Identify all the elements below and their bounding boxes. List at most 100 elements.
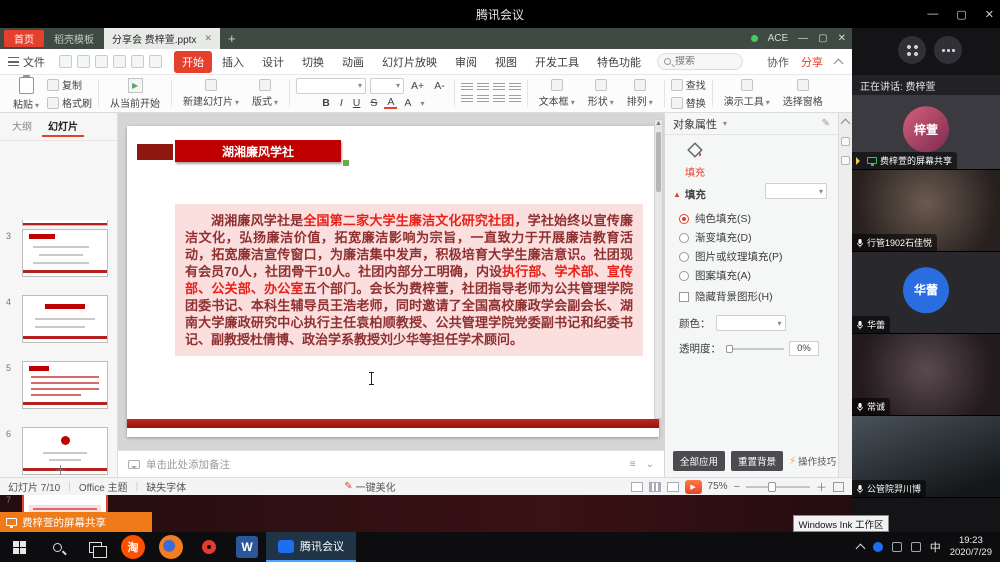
- format-painter-button[interactable]: 格式刷: [47, 95, 92, 110]
- file-menu[interactable]: 文件: [0, 54, 53, 70]
- slide-thumbnail-partial[interactable]: [22, 220, 108, 226]
- new-slide-button[interactable]: 新建幻灯片▾: [178, 78, 244, 109]
- layout-button[interactable]: 版式▾: [247, 78, 283, 109]
- wps-close-icon[interactable]: ✕: [838, 33, 846, 44]
- tab-insert[interactable]: 插入: [214, 51, 252, 73]
- tab-developer[interactable]: 开发工具: [527, 51, 587, 73]
- print-icon[interactable]: [77, 55, 90, 68]
- panel-more-button[interactable]: [934, 36, 962, 64]
- scroll-up-icon[interactable]: ▲: [655, 120, 662, 127]
- participant-tile[interactable]: 华蕾 华蕾: [852, 252, 1000, 334]
- bullets-icon[interactable]: [461, 83, 473, 92]
- slide-title-banner[interactable]: 湖湘廉风学社: [175, 140, 341, 162]
- tips-link[interactable]: ⚡ 操作技巧: [789, 454, 836, 468]
- dock-scroll-up-icon[interactable]: [841, 119, 851, 129]
- new-document-tab-button[interactable]: +: [220, 31, 244, 46]
- panel-layout-button[interactable]: [898, 36, 926, 64]
- reset-background-button[interactable]: 重置背景: [731, 451, 783, 471]
- dock-icon-1[interactable]: [841, 137, 850, 146]
- fill-category-tab[interactable]: 填充: [675, 141, 715, 179]
- slide-body-textbox[interactable]: 湖湘廉风学社是全国第二家大学生廉洁文化研究社团，学社始终以宣传廉洁文化，弘扬廉洁…: [175, 204, 643, 356]
- selection-pane-button[interactable]: 选择窗格: [778, 78, 828, 109]
- align-right-icon[interactable]: [493, 95, 505, 104]
- taskbar-app-opera[interactable]: [190, 532, 228, 562]
- tab-home[interactable]: 开始: [174, 51, 212, 73]
- slider-handle[interactable]: [726, 345, 733, 353]
- shrink-font-button[interactable]: A-: [431, 80, 448, 92]
- tab-design[interactable]: 设计: [254, 51, 292, 73]
- fill-option-pattern[interactable]: 图案填充(A): [679, 268, 751, 283]
- volume-icon[interactable]: [911, 542, 921, 552]
- align-left-icon[interactable]: [461, 95, 473, 104]
- participant-tile[interactable]: 行管1902石佳悦: [852, 170, 1000, 252]
- apply-all-button[interactable]: 全部应用: [673, 451, 725, 471]
- participant-tile-share[interactable]: 梓萱 费梓萱的屏幕共享: [852, 95, 1000, 170]
- collaborate-button[interactable]: 协作: [767, 54, 789, 70]
- taskbar-search-button[interactable]: [38, 532, 76, 562]
- ribbon-search[interactable]: [657, 53, 743, 70]
- participant-tile[interactable]: 常诚: [852, 334, 1000, 416]
- normal-view-icon[interactable]: [631, 482, 643, 492]
- numbering-icon[interactable]: [477, 83, 489, 92]
- find-button[interactable]: 查找: [671, 77, 706, 92]
- network-icon[interactable]: [892, 542, 902, 552]
- maximize-icon[interactable]: ▢: [956, 8, 966, 21]
- save-icon[interactable]: [59, 55, 72, 68]
- paste-button[interactable]: 粘贴▾: [8, 76, 44, 112]
- align-center-icon[interactable]: [477, 95, 489, 104]
- shapes-button[interactable]: 形状▾: [583, 78, 619, 109]
- zoom-in-button[interactable]: ＋: [816, 479, 827, 495]
- fill-option-solid[interactable]: 纯色填充(S): [679, 211, 751, 226]
- minimize-icon[interactable]: —: [927, 8, 938, 20]
- wps-home-button[interactable]: 首页: [4, 30, 44, 47]
- missing-font-status[interactable]: 缺失字体: [146, 479, 186, 494]
- close-document-icon[interactable]: ✕: [204, 33, 212, 44]
- transparency-value[interactable]: 0%: [789, 341, 819, 356]
- customize-toolbar-icon[interactable]: [149, 55, 162, 68]
- notes-collapse-icon[interactable]: ⌄: [646, 459, 654, 470]
- properties-caret-icon[interactable]: ▾: [723, 119, 727, 128]
- search-input[interactable]: [675, 56, 733, 67]
- ime-indicator[interactable]: 中: [930, 539, 941, 555]
- tab-review[interactable]: 审阅: [447, 51, 485, 73]
- pin-icon[interactable]: ✎: [822, 118, 830, 129]
- zoom-slider-handle[interactable]: [768, 482, 776, 492]
- tab-animation[interactable]: 动画: [334, 51, 372, 73]
- fill-option-picture[interactable]: 图片或纹理填充(P): [679, 249, 783, 264]
- arrange-button[interactable]: 排列▾: [622, 78, 658, 109]
- presentation-tools-button[interactable]: 演示工具▾: [719, 78, 775, 109]
- slide-thumbnail-5[interactable]: [22, 361, 108, 409]
- grow-font-button[interactable]: A+: [408, 80, 427, 92]
- hide-background-checkbox[interactable]: 隐藏背景图形(H): [679, 289, 773, 304]
- share-button[interactable]: 分享: [801, 54, 823, 70]
- fill-option-gradient[interactable]: 渐变填充(D): [679, 230, 752, 245]
- screen-share-banner[interactable]: 费梓萱的屏幕共享: [0, 512, 152, 532]
- line-spacing-icon[interactable]: [509, 95, 521, 104]
- slide-canvas[interactable]: 湖湘廉风学社 湖湘廉风学社是全国第二家大学生廉洁文化研究社团，学社始终以宣传廉洁…: [127, 126, 659, 437]
- play-from-current-button[interactable]: ▶ 从当前开始: [105, 77, 165, 111]
- meeting-tray-icon[interactable]: [873, 542, 883, 552]
- tab-slideshow[interactable]: 幻灯片放映: [374, 51, 445, 73]
- task-view-button[interactable]: [76, 532, 114, 562]
- tab-view[interactable]: 视图: [487, 51, 525, 73]
- slide-thumbnail-3[interactable]: [22, 229, 108, 277]
- taskbar-app-word[interactable]: W: [228, 532, 266, 562]
- font-size-select[interactable]: ▾: [370, 78, 404, 94]
- indent-decrease-icon[interactable]: [493, 83, 505, 92]
- fill-preset-select[interactable]: ▾: [765, 183, 827, 199]
- wps-maximize-icon[interactable]: ▢: [818, 33, 827, 44]
- outline-tab[interactable]: 大纲: [6, 116, 38, 137]
- fit-to-window-icon[interactable]: [833, 482, 844, 492]
- taskbar-app-meeting-active[interactable]: 腾讯会议: [266, 532, 356, 562]
- zoom-slider[interactable]: [746, 486, 810, 488]
- font-more-caret-icon[interactable]: ▾: [420, 99, 424, 108]
- taskbar-app-taobao[interactable]: 淘: [114, 532, 152, 562]
- underline-button[interactable]: U: [350, 97, 364, 109]
- docer-template-tab[interactable]: 稻壳模板: [44, 31, 104, 46]
- notes-menu-icon[interactable]: ≡: [630, 459, 636, 470]
- reading-view-icon[interactable]: [667, 482, 679, 492]
- italic-button[interactable]: I: [337, 97, 346, 109]
- slide-area-scrollbar[interactable]: ▲: [654, 119, 663, 419]
- document-tab[interactable]: 分享会 费梓萱.pptx ✕: [104, 28, 220, 49]
- beautify-button[interactable]: ✎ 一键美化: [344, 479, 395, 494]
